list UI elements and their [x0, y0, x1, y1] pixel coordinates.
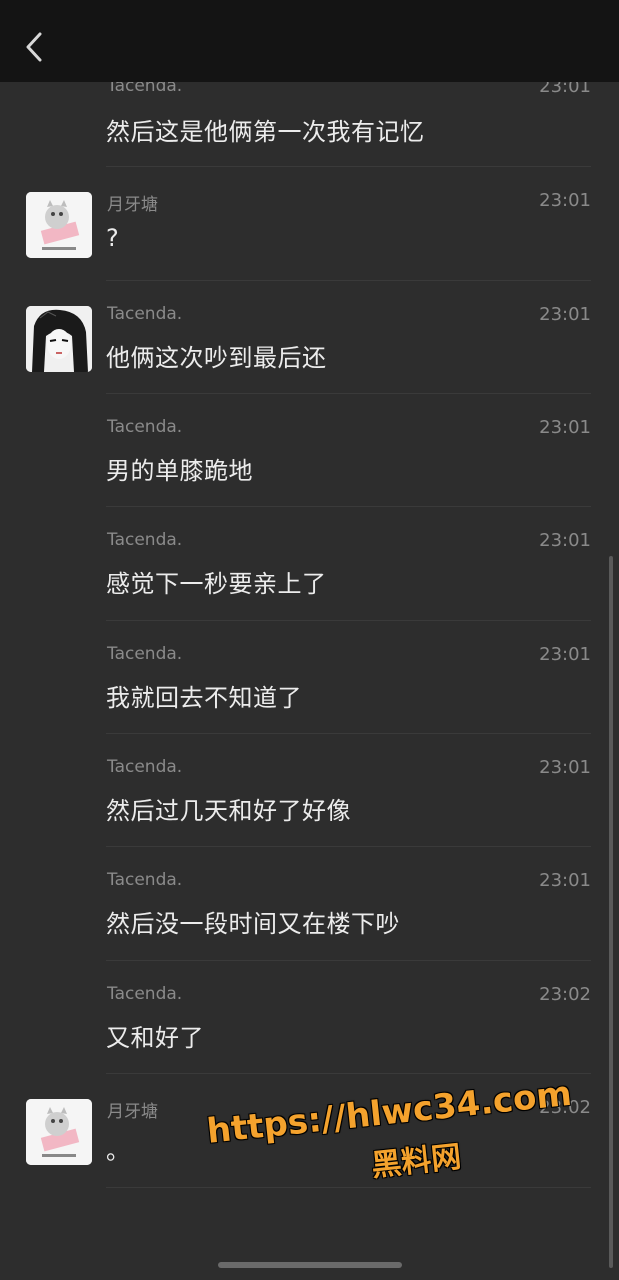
message-text: 他俩这次吵到最后还 [106, 344, 327, 372]
home-indicator[interactable] [218, 1262, 402, 1268]
scrollbar[interactable] [609, 556, 613, 1268]
divider [106, 620, 591, 621]
message-text: 然后过几天和好了好像 [106, 797, 351, 825]
divider [106, 960, 591, 961]
sender-name: Tacenda. [107, 417, 183, 437]
divider [106, 280, 591, 281]
top-bar [0, 0, 619, 82]
sender-name: Tacenda. [107, 304, 183, 324]
divider [106, 506, 591, 507]
sender-name: Tacenda. [107, 757, 183, 777]
sender-name: 月牙塘 [107, 195, 158, 215]
message-time: 23:01 [539, 870, 591, 891]
message-time: 23:01 [539, 530, 591, 551]
message-text: 然后没一段时间又在楼下吵 [106, 910, 400, 938]
message-time: 23:01 [539, 417, 591, 438]
sender-name: Tacenda. [107, 644, 183, 664]
message-text: 我就回去不知道了 [106, 684, 302, 712]
divider [106, 733, 591, 734]
manga-girl-icon [26, 306, 92, 372]
message-time: 23:02 [539, 984, 591, 1005]
divider [106, 393, 591, 394]
message-time: 23:01 [539, 304, 591, 325]
manga-girl-avatar[interactable] [26, 306, 92, 372]
message-text: 然后这是他俩第一次我有记忆 [106, 118, 425, 146]
message-text: 男的单膝跪地 [106, 457, 253, 485]
cat-sticker-icon [26, 1099, 92, 1165]
chevron-left-icon[interactable] [22, 30, 48, 64]
sender-name: Tacenda. [107, 870, 183, 890]
message-time: 23:01 [539, 644, 591, 665]
message-text: 又和好了 [106, 1024, 204, 1052]
cat-sticker-avatar[interactable] [26, 192, 92, 258]
sender-name: Tacenda. [107, 984, 183, 1004]
message-time: 23:01 [539, 757, 591, 778]
message-text: 感觉下一秒要亲上了 [106, 570, 327, 598]
divider [106, 846, 591, 847]
message-text: 。 [106, 1137, 131, 1165]
message-text: ? [106, 224, 120, 252]
divider [106, 166, 591, 167]
cat-sticker-icon [26, 192, 92, 258]
divider [106, 1073, 591, 1074]
watermark: https://hlwc34.com 黑料网 [205, 1073, 584, 1221]
sender-name: 月牙塘 [107, 1102, 158, 1122]
cat-sticker-avatar[interactable] [26, 1099, 92, 1165]
message-time: 23:01 [539, 190, 591, 211]
sender-name: Tacenda. [107, 530, 183, 550]
